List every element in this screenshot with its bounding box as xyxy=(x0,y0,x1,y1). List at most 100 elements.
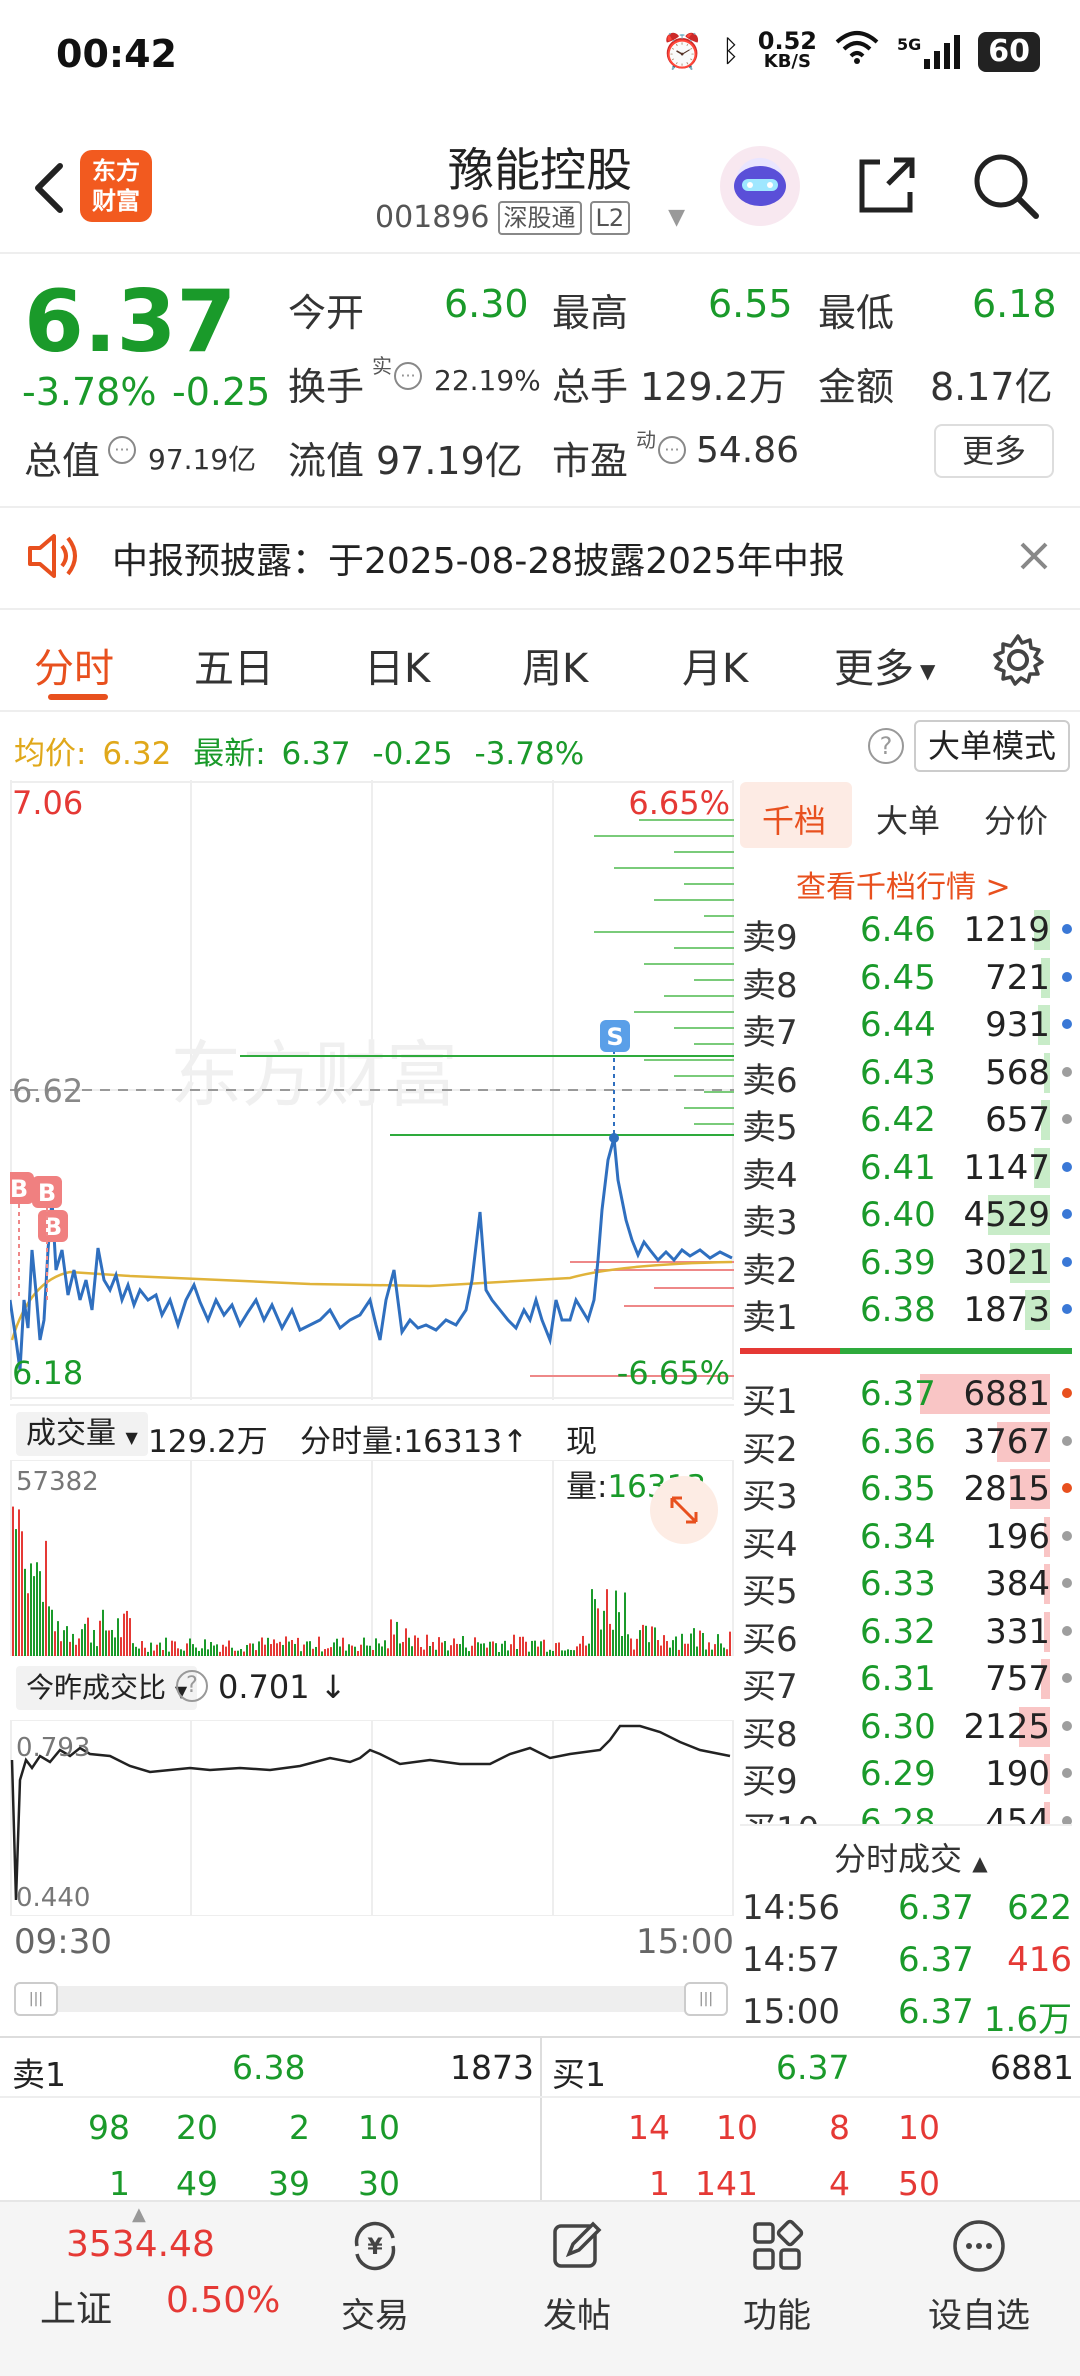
volume-bar xyxy=(189,1638,191,1656)
buy-level-row[interactable]: 买7 6.31 757 xyxy=(740,1655,1072,1707)
more-quote-button[interactable]: 更多 xyxy=(934,424,1054,478)
buy-level-row[interactable]: 买3 6.35 2815 xyxy=(740,1465,1072,1517)
sell-level-row[interactable]: 卖2 6.39 3021 xyxy=(740,1239,1072,1291)
mktcap-info-icon[interactable]: ··· xyxy=(108,436,136,464)
volume-bar xyxy=(438,1637,440,1656)
volume-bar xyxy=(72,1633,74,1656)
volume-chart[interactable]: 57382 xyxy=(10,1459,734,1657)
volume-bar xyxy=(24,1568,26,1656)
tab-intraday[interactable]: 分时 xyxy=(34,636,114,694)
volume-bar xyxy=(375,1638,377,1656)
expand-chart-button[interactable] xyxy=(650,1476,718,1544)
big-order-mode-button[interactable]: 大单模式 xyxy=(914,720,1070,772)
order-queue-cell: 1 xyxy=(109,2164,130,2203)
volume-bar xyxy=(297,1637,299,1656)
sell-level-price: 6.39 xyxy=(860,1242,936,1283)
volume-bar xyxy=(168,1651,170,1656)
index-name[interactable]: 上证 xyxy=(40,2280,112,2332)
share-button[interactable] xyxy=(848,148,924,224)
search-button[interactable] xyxy=(968,148,1044,224)
buy-level-row[interactable]: 买6 6.32 331 xyxy=(740,1608,1072,1660)
ob-tab-big-order[interactable]: 大单 xyxy=(876,796,940,842)
buy-level-price: 6.29 xyxy=(860,1754,936,1794)
range-handle-right[interactable]: ||| xyxy=(684,1982,728,2016)
volume-bar xyxy=(444,1641,446,1656)
sell-level-row[interactable]: 卖5 6.42 657 xyxy=(740,1096,1072,1148)
volume-bar xyxy=(504,1640,506,1656)
assistant-avatar[interactable] xyxy=(720,146,800,226)
close-icon[interactable] xyxy=(1016,538,1052,578)
view-depth-link[interactable]: 查看千档行情 > xyxy=(796,862,1011,906)
buy-level-row[interactable]: 买4 6.34 196 xyxy=(740,1513,1072,1565)
volume-bar xyxy=(609,1623,611,1656)
volume-bar xyxy=(249,1643,251,1656)
tab-five-day[interactable]: 五日 xyxy=(194,636,274,694)
volume-bar xyxy=(150,1642,152,1656)
volume-bar xyxy=(153,1650,155,1656)
sell-level-row[interactable]: 卖4 6.41 1147 xyxy=(740,1144,1072,1196)
volume-bar xyxy=(666,1641,668,1656)
buy-level-price: 6.34 xyxy=(860,1516,936,1557)
buy-level-price: 6.28 xyxy=(860,1801,936,1824)
buy-level-row[interactable]: 买1 6.37 6881 xyxy=(740,1370,1072,1422)
volume-bar xyxy=(243,1651,245,1656)
help-icon[interactable]: ? xyxy=(868,728,904,764)
buy-level-row[interactable]: 买5 6.33 384 xyxy=(740,1560,1072,1612)
nav-add-watchlist[interactable]: 设自选 xyxy=(904,2216,1054,2337)
turnover-info-icon[interactable]: ··· xyxy=(394,362,422,390)
volume-bar xyxy=(567,1649,569,1656)
volume-bar xyxy=(51,1609,53,1656)
volume-bar xyxy=(126,1610,128,1656)
ratio-help-icon[interactable]: ? xyxy=(176,1670,208,1702)
volume-bar xyxy=(396,1621,398,1656)
pe-info-icon[interactable]: ··· xyxy=(658,436,686,464)
sell-level-row[interactable]: 卖3 6.40 4529 xyxy=(740,1191,1072,1243)
ob-tab-price-dist[interactable]: 分价 xyxy=(984,796,1048,842)
sell-level-price: 6.38 xyxy=(860,1290,936,1330)
buy-level-row[interactable]: 买2 6.36 3767 xyxy=(740,1418,1072,1470)
nav-functions[interactable]: 功能 xyxy=(702,2216,852,2337)
index-pct[interactable]: 0.50% xyxy=(166,2280,280,2321)
volume-bar xyxy=(63,1630,65,1656)
volume-bar xyxy=(372,1649,374,1656)
settings-icon[interactable] xyxy=(990,632,1046,692)
sell-level-row[interactable]: 卖6 6.43 568 xyxy=(740,1049,1072,1101)
bt-sell1-label: 卖1 xyxy=(12,2055,66,2094)
sell-level-row[interactable]: 卖9 6.46 1219 xyxy=(740,906,1072,958)
buy-level-row[interactable]: 买9 6.29 190 xyxy=(740,1750,1072,1802)
volume-bar xyxy=(21,1531,23,1656)
volume-bar xyxy=(60,1641,62,1656)
time-range-scrollbar[interactable]: ||| ||| xyxy=(14,1982,728,2016)
index-value[interactable]: 3534.48 xyxy=(66,2224,215,2265)
intraday-chart[interactable]: 东方财富 S B B B 7.06 6.65% 6.62 6.18 -6.65% xyxy=(4,780,734,1400)
buy-level-qty: 196 xyxy=(985,1516,1050,1557)
sell-level-row[interactable]: 卖8 6.45 721 xyxy=(740,954,1072,1006)
volume-bar xyxy=(324,1649,326,1656)
volume-max-label: 57382 xyxy=(16,1467,99,1497)
volume-bar xyxy=(600,1629,602,1656)
volume-bar xyxy=(357,1651,359,1656)
sell-level-row[interactable]: 卖7 6.44 931 xyxy=(740,1001,1072,1053)
volume-bar xyxy=(306,1641,308,1656)
buy-level-dot xyxy=(1062,1435,1072,1446)
ticks-title[interactable]: 分时成交 ▲ xyxy=(834,1834,988,1880)
volume-bar xyxy=(522,1636,524,1656)
volume-bar xyxy=(171,1640,173,1656)
ratio-selector[interactable]: 今昨成交比 ▼ xyxy=(16,1666,198,1710)
tab-weekly-k[interactable]: 周K xyxy=(522,636,588,694)
dropdown-icon[interactable]: ▼ xyxy=(668,205,685,230)
nav-trade[interactable]: ¥ 交易 xyxy=(300,2216,450,2337)
tab-monthly-k[interactable]: 月K xyxy=(682,636,748,694)
tab-daily-k[interactable]: 日K xyxy=(364,636,430,694)
ratio-chart[interactable]: 0.793 0.440 xyxy=(10,1719,734,1917)
buy-level-row[interactable]: 买10 6.28 454 xyxy=(740,1798,1072,1824)
tick-row: 14:57 6.37 416 xyxy=(740,1940,1072,1988)
buy-level-row[interactable]: 买8 6.30 2125 xyxy=(740,1703,1072,1755)
ob-tab-depth[interactable]: 千档 xyxy=(762,796,826,842)
sell-level-row[interactable]: 卖1 6.38 1873 xyxy=(740,1286,1072,1338)
nav-post[interactable]: 发帖 xyxy=(502,2216,652,2337)
volume-selector[interactable]: 成交量 ▼ xyxy=(16,1412,148,1456)
bottom-table-vdivider xyxy=(540,2038,542,2200)
tab-more[interactable]: 更多 ▼ xyxy=(834,636,935,694)
range-handle-left[interactable]: ||| xyxy=(14,1982,58,2016)
